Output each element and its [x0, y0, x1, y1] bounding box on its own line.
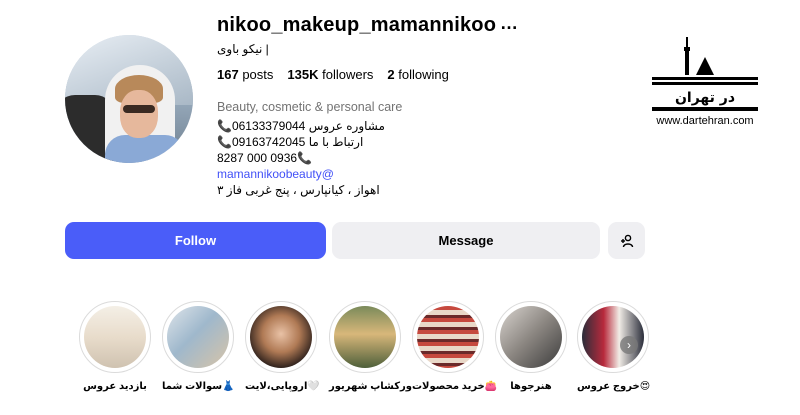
bio-line: 📞09163742045 ارتباط با ما — [217, 135, 364, 149]
suggested-users-button[interactable] — [608, 222, 645, 259]
highlight-label: خرید محصولات👛 — [412, 381, 498, 392]
avatar-face — [120, 90, 158, 138]
highlight-label: اروپایی،لایت🤍 — [245, 381, 320, 392]
highlight-label: ورکشاپ شهریور — [329, 381, 412, 392]
logo-url: www.dartehran.com — [656, 115, 754, 127]
tehran-skyline-icon: در تهران — [652, 37, 758, 111]
highlight-item[interactable]: اروپایی،لایت🤍 — [245, 301, 320, 392]
highlight-label: خروج عروس😍 — [577, 381, 651, 392]
highlight-label: بازدید عروس — [83, 381, 147, 392]
bio-line: 📞06133379044 مشاوره عروس — [217, 119, 385, 133]
profile-full-name: نیکو باوی | — [217, 42, 269, 56]
highlight-item[interactable]: ورکشاپ شهریور — [329, 301, 412, 392]
more-options-icon[interactable]: … — [500, 13, 518, 34]
highlight-item[interactable]: هنرجوها — [495, 301, 567, 392]
profile-bio: 📞06133379044 مشاوره عروس 📞09163742045 ار… — [217, 118, 385, 198]
bio-line: 8287 000 0936📞 — [217, 151, 313, 165]
highlight-item[interactable]: بازدید عروس — [79, 301, 151, 392]
highlight-label: سوالات شما👗 — [162, 381, 235, 392]
profile-username: nikoo_makeup_mamannikoo — [217, 14, 497, 36]
profile-stats: 167 posts 135K followers 2 following — [217, 67, 449, 82]
highlight-item[interactable]: سوالات شما👗 — [162, 301, 235, 392]
bio-link[interactable]: mamannikoobeauty@ — [217, 166, 385, 182]
posts-stat[interactable]: 167 posts — [217, 67, 273, 82]
highlight-item[interactable]: خروج عروس😍 — [577, 301, 651, 392]
followers-stat[interactable]: 135K followers — [287, 67, 373, 82]
message-button[interactable]: Message — [332, 222, 600, 259]
dartehran-logo: در تهران www.dartehran.com — [650, 35, 760, 130]
following-stat[interactable]: 2 following — [387, 67, 448, 82]
highlight-item[interactable]: خرید محصولات👛 — [412, 301, 498, 392]
person-add-icon — [620, 234, 633, 247]
avatar-glasses — [123, 105, 155, 113]
highlight-label: هنرجوها — [510, 381, 552, 392]
bio-line: اهواز ، کیانپارس ، پنج غربی فاز ۳ — [217, 183, 380, 197]
profile-category: Beauty, cosmetic & personal care — [217, 100, 403, 114]
svg-text:در تهران: در تهران — [675, 90, 735, 106]
chevron-right-icon[interactable]: › — [620, 336, 638, 354]
avatar-top — [105, 135, 185, 163]
profile-avatar[interactable] — [65, 35, 193, 163]
follow-button[interactable]: Follow — [65, 222, 326, 259]
